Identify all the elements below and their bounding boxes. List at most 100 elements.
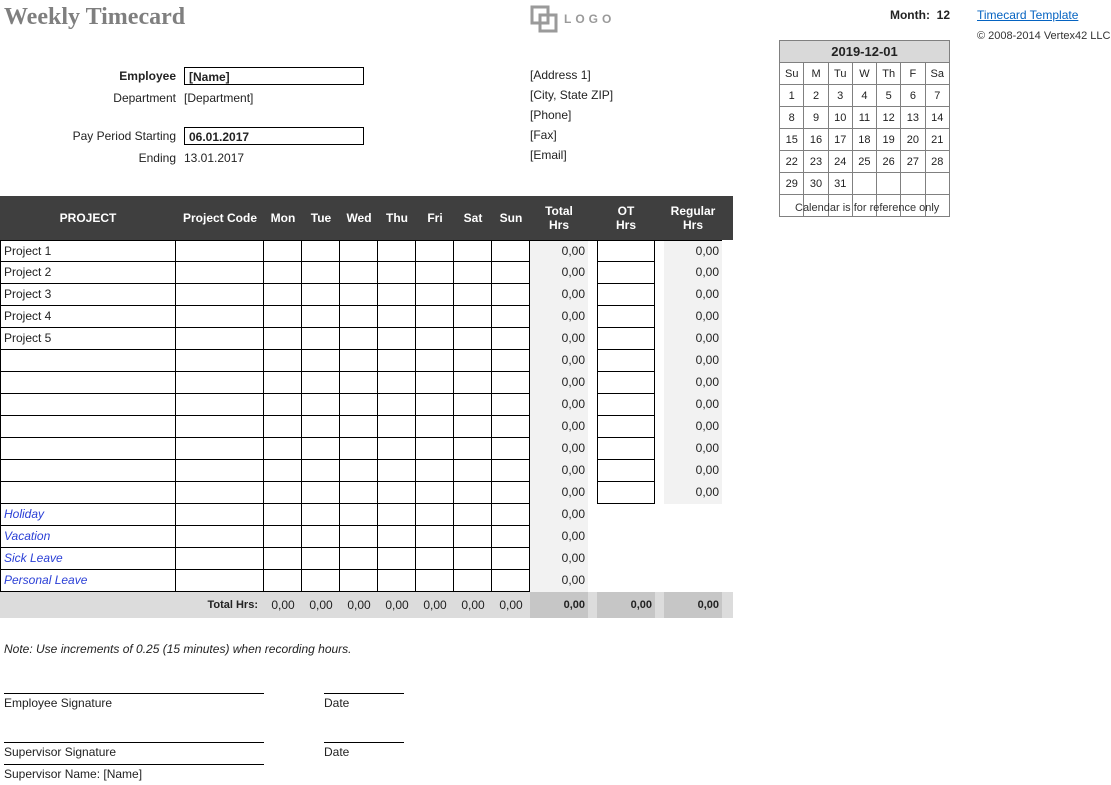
hours-cell[interactable] — [340, 394, 378, 416]
address-fax[interactable]: [Fax] — [530, 125, 730, 145]
hours-cell[interactable] — [454, 482, 492, 504]
project-code-cell[interactable] — [176, 438, 264, 460]
hours-cell[interactable] — [416, 394, 454, 416]
ot-hrs-cell[interactable] — [597, 284, 655, 306]
pay-period-start-input[interactable]: 06.01.2017 — [184, 127, 364, 145]
address-line1[interactable]: [Address 1] — [530, 65, 730, 85]
hours-cell[interactable] — [378, 394, 416, 416]
ot-hrs-cell[interactable] — [597, 372, 655, 394]
hours-cell[interactable] — [492, 438, 530, 460]
project-code-cell[interactable] — [176, 240, 264, 262]
hours-cell[interactable] — [416, 438, 454, 460]
ot-hrs-cell[interactable] — [597, 350, 655, 372]
leave-code-cell[interactable] — [176, 504, 264, 526]
hours-cell[interactable] — [378, 306, 416, 328]
hours-cell[interactable] — [378, 460, 416, 482]
hours-cell[interactable] — [454, 328, 492, 350]
hours-cell[interactable] — [378, 328, 416, 350]
ot-hrs-cell[interactable] — [597, 328, 655, 350]
hours-cell[interactable] — [264, 416, 302, 438]
month-value[interactable]: 12 — [937, 8, 950, 22]
hours-cell[interactable] — [416, 240, 454, 262]
hours-cell[interactable] — [264, 350, 302, 372]
project-code-cell[interactable] — [176, 262, 264, 284]
hours-cell[interactable] — [378, 570, 416, 592]
hours-cell[interactable] — [302, 240, 340, 262]
project-code-cell[interactable] — [176, 284, 264, 306]
address-phone[interactable]: [Phone] — [530, 105, 730, 125]
hours-cell[interactable] — [454, 460, 492, 482]
hours-cell[interactable] — [378, 240, 416, 262]
project-code-cell[interactable] — [176, 372, 264, 394]
hours-cell[interactable] — [302, 416, 340, 438]
hours-cell[interactable] — [302, 548, 340, 570]
supervisor-name-label[interactable]: Supervisor Name: [Name] — [4, 764, 264, 785]
hours-cell[interactable] — [302, 306, 340, 328]
hours-cell[interactable] — [416, 306, 454, 328]
employee-input[interactable]: [Name] — [184, 67, 364, 85]
ot-hrs-cell[interactable] — [597, 482, 655, 504]
hours-cell[interactable] — [264, 328, 302, 350]
project-code-cell[interactable] — [176, 416, 264, 438]
hours-cell[interactable] — [264, 240, 302, 262]
project-name-cell[interactable] — [0, 460, 176, 482]
leave-code-cell[interactable] — [176, 526, 264, 548]
hours-cell[interactable] — [302, 526, 340, 548]
hours-cell[interactable] — [302, 504, 340, 526]
project-code-cell[interactable] — [176, 306, 264, 328]
hours-cell[interactable] — [492, 306, 530, 328]
hours-cell[interactable] — [378, 504, 416, 526]
hours-cell[interactable] — [340, 482, 378, 504]
hours-cell[interactable] — [264, 438, 302, 460]
hours-cell[interactable] — [416, 262, 454, 284]
hours-cell[interactable] — [302, 328, 340, 350]
hours-cell[interactable] — [416, 372, 454, 394]
hours-cell[interactable] — [264, 482, 302, 504]
hours-cell[interactable] — [492, 328, 530, 350]
hours-cell[interactable] — [454, 306, 492, 328]
ot-hrs-cell[interactable] — [597, 262, 655, 284]
hours-cell[interactable] — [378, 416, 416, 438]
hours-cell[interactable] — [378, 526, 416, 548]
project-name-cell[interactable] — [0, 350, 176, 372]
hours-cell[interactable] — [264, 526, 302, 548]
hours-cell[interactable] — [416, 328, 454, 350]
hours-cell[interactable] — [454, 284, 492, 306]
hours-cell[interactable] — [416, 504, 454, 526]
project-name-cell[interactable]: Project 1 — [0, 240, 176, 262]
project-name-cell[interactable] — [0, 482, 176, 504]
hours-cell[interactable] — [378, 372, 416, 394]
hours-cell[interactable] — [340, 526, 378, 548]
project-code-cell[interactable] — [176, 394, 264, 416]
project-name-cell[interactable]: Project 3 — [0, 284, 176, 306]
hours-cell[interactable] — [454, 504, 492, 526]
address-email[interactable]: [Email] — [530, 145, 730, 165]
hours-cell[interactable] — [416, 526, 454, 548]
hours-cell[interactable] — [264, 460, 302, 482]
hours-cell[interactable] — [302, 284, 340, 306]
ot-hrs-cell[interactable] — [597, 438, 655, 460]
hours-cell[interactable] — [302, 482, 340, 504]
hours-cell[interactable] — [340, 504, 378, 526]
hours-cell[interactable] — [264, 372, 302, 394]
hours-cell[interactable] — [264, 504, 302, 526]
hours-cell[interactable] — [340, 262, 378, 284]
leave-code-cell[interactable] — [176, 570, 264, 592]
hours-cell[interactable] — [492, 482, 530, 504]
project-code-cell[interactable] — [176, 350, 264, 372]
hours-cell[interactable] — [416, 350, 454, 372]
hours-cell[interactable] — [378, 262, 416, 284]
project-name-cell[interactable] — [0, 416, 176, 438]
hours-cell[interactable] — [416, 284, 454, 306]
hours-cell[interactable] — [340, 372, 378, 394]
ot-hrs-cell[interactable] — [597, 394, 655, 416]
hours-cell[interactable] — [454, 394, 492, 416]
hours-cell[interactable] — [416, 416, 454, 438]
hours-cell[interactable] — [416, 460, 454, 482]
hours-cell[interactable] — [340, 240, 378, 262]
ot-hrs-cell[interactable] — [597, 306, 655, 328]
hours-cell[interactable] — [492, 372, 530, 394]
hours-cell[interactable] — [340, 350, 378, 372]
hours-cell[interactable] — [454, 262, 492, 284]
hours-cell[interactable] — [264, 548, 302, 570]
